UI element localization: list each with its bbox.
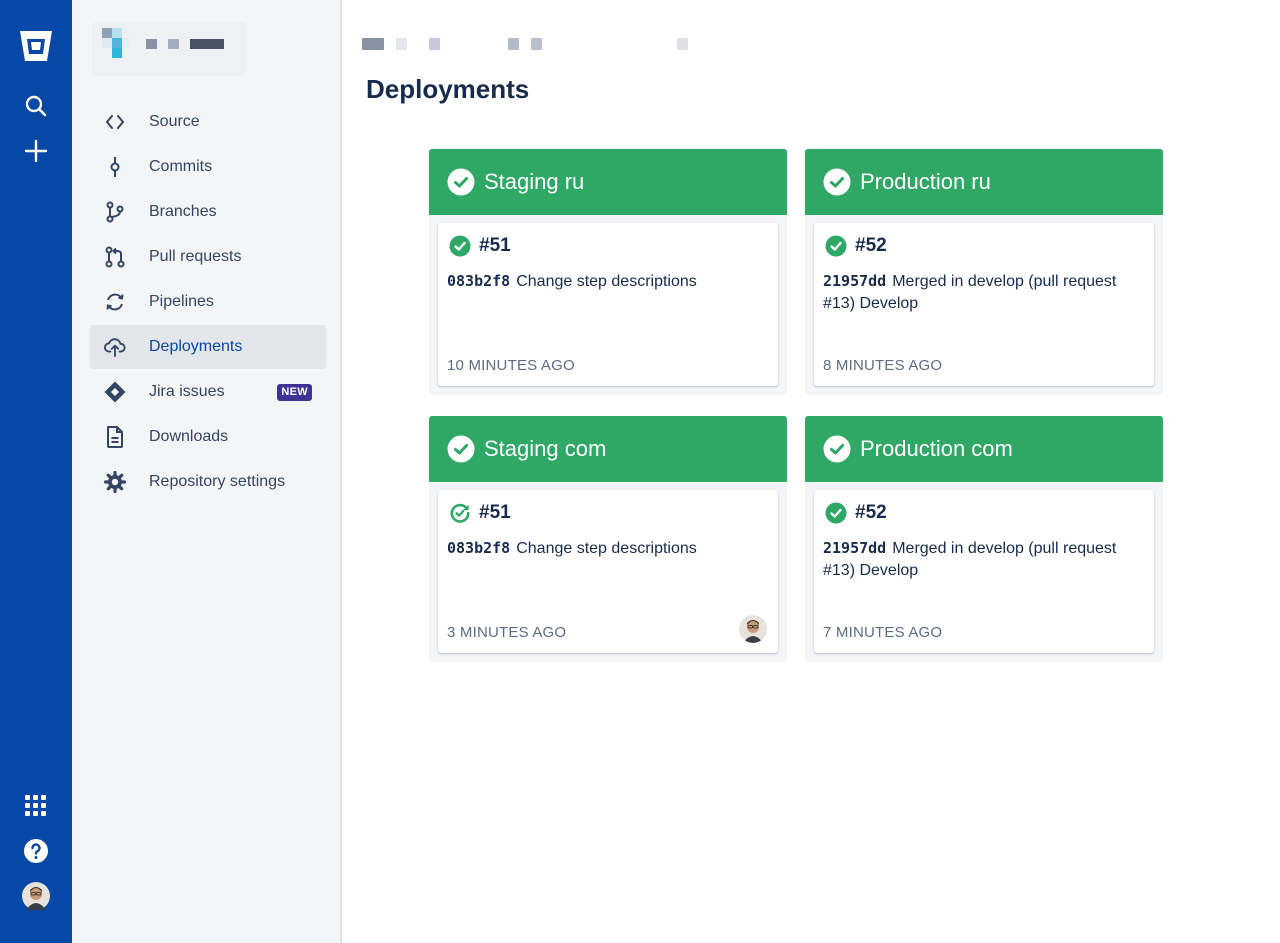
sidebar-item-label: Pipelines: [149, 293, 214, 310]
redeploy-icon: [450, 503, 470, 523]
environment-panel-production-com: Production com #52 21957dd Merged in deve…: [805, 416, 1163, 662]
cloud-upload-icon: [104, 336, 126, 358]
environment-name: Staging ru: [484, 169, 585, 194]
environment-panel-production-ru: Production ru #52 21957dd Merged in devel…: [805, 149, 1163, 395]
pull-request-icon: [104, 246, 126, 268]
sidebar-item-source[interactable]: Source: [90, 100, 326, 144]
deployment-card[interactable]: #52 21957dd Merged in develop (pull reque…: [814, 223, 1154, 386]
environment-name: Staging com: [484, 436, 607, 461]
jira-icon: [104, 381, 126, 403]
app-switcher-icon[interactable]: [18, 788, 54, 824]
search-icon[interactable]: [18, 88, 54, 124]
bitbucket-logo-icon[interactable]: [18, 28, 54, 64]
environment-panel-staging-ru: Staging ru #51 083b2f8 Change step descri…: [429, 149, 787, 395]
sidebar-item-label: Deployments: [149, 338, 243, 355]
deployment-number[interactable]: #51: [479, 235, 511, 257]
environment-name: Production ru: [860, 169, 991, 194]
deployment-card[interactable]: #51 083b2f8 Change step descriptions 3 MI…: [438, 490, 778, 653]
document-icon: [104, 426, 126, 448]
deployment-time: 8 MINUTES AGO: [823, 357, 943, 374]
sidebar-item-downloads[interactable]: Downloads: [90, 415, 326, 459]
deployment-time: 10 MINUTES AGO: [447, 357, 575, 374]
environment-name: Production com: [860, 436, 1013, 461]
check-circle-icon: [447, 168, 475, 196]
sidebar-item-label: Jira issues: [149, 383, 225, 400]
commit-hash[interactable]: 083b2f8: [447, 539, 510, 557]
environment-header[interactable]: Staging com: [429, 416, 787, 482]
sidebar-item-label: Branches: [149, 203, 217, 220]
deployment-card[interactable]: #51 083b2f8 Change step descriptions 10 M…: [438, 223, 778, 386]
commit-message: Change step descriptions: [516, 273, 697, 290]
deployer-avatar[interactable]: [739, 615, 767, 643]
page-title: Deployments: [366, 74, 530, 104]
new-badge: NEW: [277, 384, 312, 401]
help-icon[interactable]: [18, 833, 54, 869]
environment-header[interactable]: Production com: [805, 416, 1163, 482]
sidebar-item-label: Repository settings: [149, 473, 286, 490]
deployment-card[interactable]: #52 21957dd Merged in develop (pull reque…: [814, 490, 1154, 653]
code-icon: [104, 111, 126, 133]
sidebar-item-label: Downloads: [149, 428, 229, 445]
environment-header[interactable]: Production ru: [805, 149, 1163, 215]
global-nav: [0, 0, 72, 943]
deployment-time: 3 MINUTES AGO: [447, 624, 567, 641]
sidebar-item-label: Commits: [149, 158, 213, 175]
deployment-description: 083b2f8 Change step descriptions: [447, 537, 767, 560]
repository-logo-icon: [102, 28, 224, 58]
gear-icon: [104, 471, 126, 493]
sidebar-item-commits[interactable]: Commits: [90, 145, 326, 189]
commit-hash[interactable]: 21957dd: [823, 539, 886, 557]
commit-hash[interactable]: 21957dd: [823, 272, 886, 290]
deployment-description: 083b2f8 Change step descriptions: [447, 270, 767, 293]
sidebar-item-pull-requests[interactable]: Pull requests: [90, 235, 326, 279]
deployment-number[interactable]: #52: [855, 235, 887, 257]
sidebar-item-repository-settings[interactable]: Repository settings: [90, 460, 326, 504]
commit-message: Change step descriptions: [516, 540, 697, 557]
deployment-description: 21957dd Merged in develop (pull request #…: [823, 270, 1143, 315]
sidebar-item-pipelines[interactable]: Pipelines: [90, 280, 326, 324]
environment-panel-staging-com: Staging com #51 083b2f8 Change step descr…: [429, 416, 787, 662]
environment-header[interactable]: Staging ru: [429, 149, 787, 215]
sidebar-item-label: Pull requests: [149, 248, 242, 265]
sidebar-item-jira-issues[interactable]: Jira issues NEW: [90, 370, 326, 414]
branch-icon: [104, 201, 126, 223]
sidebar-item-branches[interactable]: Branches: [90, 190, 326, 234]
user-avatar[interactable]: [18, 878, 54, 914]
deployment-time: 7 MINUTES AGO: [823, 624, 943, 641]
check-circle-icon: [823, 168, 851, 196]
sidebar-item-label: Source: [149, 113, 200, 130]
plus-icon[interactable]: [18, 133, 54, 169]
success-icon: [825, 502, 847, 524]
deployment-number[interactable]: #51: [479, 502, 511, 524]
deployment-description: 21957dd Merged in develop (pull request #…: [823, 537, 1143, 582]
commit-hash[interactable]: 083b2f8: [447, 272, 510, 290]
check-circle-icon: [447, 435, 475, 463]
success-icon: [825, 235, 847, 257]
success-icon: [449, 235, 471, 257]
sidebar: Source Commits Branches Pull requests Pi…: [72, 0, 342, 943]
check-circle-icon: [823, 435, 851, 463]
repository-avatar[interactable]: [92, 22, 246, 76]
sidebar-item-deployments[interactable]: Deployments: [90, 325, 326, 369]
deployment-number[interactable]: #52: [855, 502, 887, 524]
commit-icon: [104, 156, 126, 178]
pipelines-icon: [104, 291, 126, 313]
